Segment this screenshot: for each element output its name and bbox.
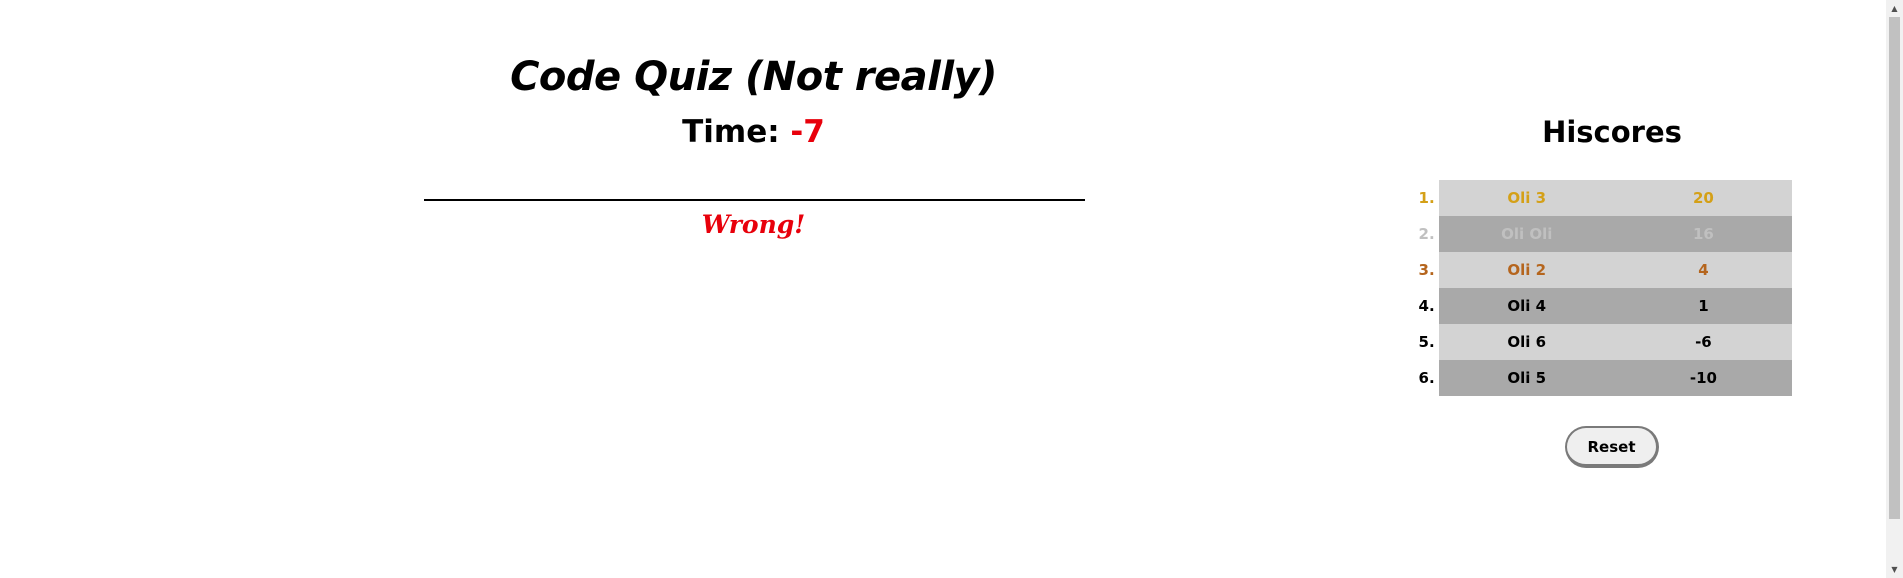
timer-value: -7: [790, 114, 825, 150]
hiscore-rank: 6.: [1405, 360, 1439, 396]
hiscore-name: Oli 3: [1438, 180, 1615, 216]
hiscore-rank: 1.: [1405, 180, 1439, 216]
hiscore-score: 20: [1614, 180, 1792, 216]
answer-feedback: Wrong!: [701, 210, 806, 239]
hiscore-name: Oli 6: [1438, 324, 1615, 360]
hiscore-score: 16: [1614, 216, 1792, 252]
hiscore-rank: 5.: [1405, 324, 1439, 360]
quiz-page: Code Quiz (Not really) Time: -7 Wrong! H…: [0, 0, 1903, 578]
hiscores-table: 1. Oli 3 20 2. Oli Oli 16 3. Oli 2 4 4. …: [1405, 180, 1792, 396]
reset-button[interactable]: Reset: [1565, 426, 1659, 468]
timer: Time: -7: [0, 114, 1507, 150]
hiscore-row: 3. Oli 2 4: [1405, 252, 1792, 288]
hiscore-name: Oli Oli: [1438, 216, 1615, 252]
hiscore-row: 1. Oli 3 20: [1405, 180, 1792, 216]
scroll-down-arrow-icon[interactable]: ▼: [1886, 561, 1903, 578]
hiscore-name: Oli 2: [1438, 252, 1615, 288]
hiscore-name: Oli 4: [1438, 288, 1615, 324]
hiscore-rank: 3.: [1405, 252, 1439, 288]
hiscore-score: -6: [1614, 324, 1792, 360]
hiscore-row: 4. Oli 4 1: [1405, 288, 1792, 324]
hiscores-title: Hiscores: [1542, 115, 1682, 149]
question-divider: [424, 199, 1085, 201]
hiscore-row: 2. Oli Oli 16: [1405, 216, 1792, 252]
vertical-scrollbar[interactable]: ▲ ▼: [1886, 0, 1903, 578]
page-title: Code Quiz (Not really): [510, 54, 997, 100]
scroll-up-arrow-icon[interactable]: ▲: [1886, 0, 1903, 17]
hiscore-score: 1: [1614, 288, 1792, 324]
hiscore-row: 6. Oli 5 -10: [1405, 360, 1792, 396]
scrollbar-thumb[interactable]: [1889, 17, 1900, 519]
hiscore-row: 5. Oli 6 -6: [1405, 324, 1792, 360]
hiscore-rank: 4.: [1405, 288, 1439, 324]
hiscore-rank: 2.: [1405, 216, 1439, 252]
hiscore-score: 4: [1614, 252, 1792, 288]
hiscore-score: -10: [1614, 360, 1792, 396]
hiscore-name: Oli 5: [1438, 360, 1615, 396]
timer-label: Time:: [682, 114, 780, 150]
